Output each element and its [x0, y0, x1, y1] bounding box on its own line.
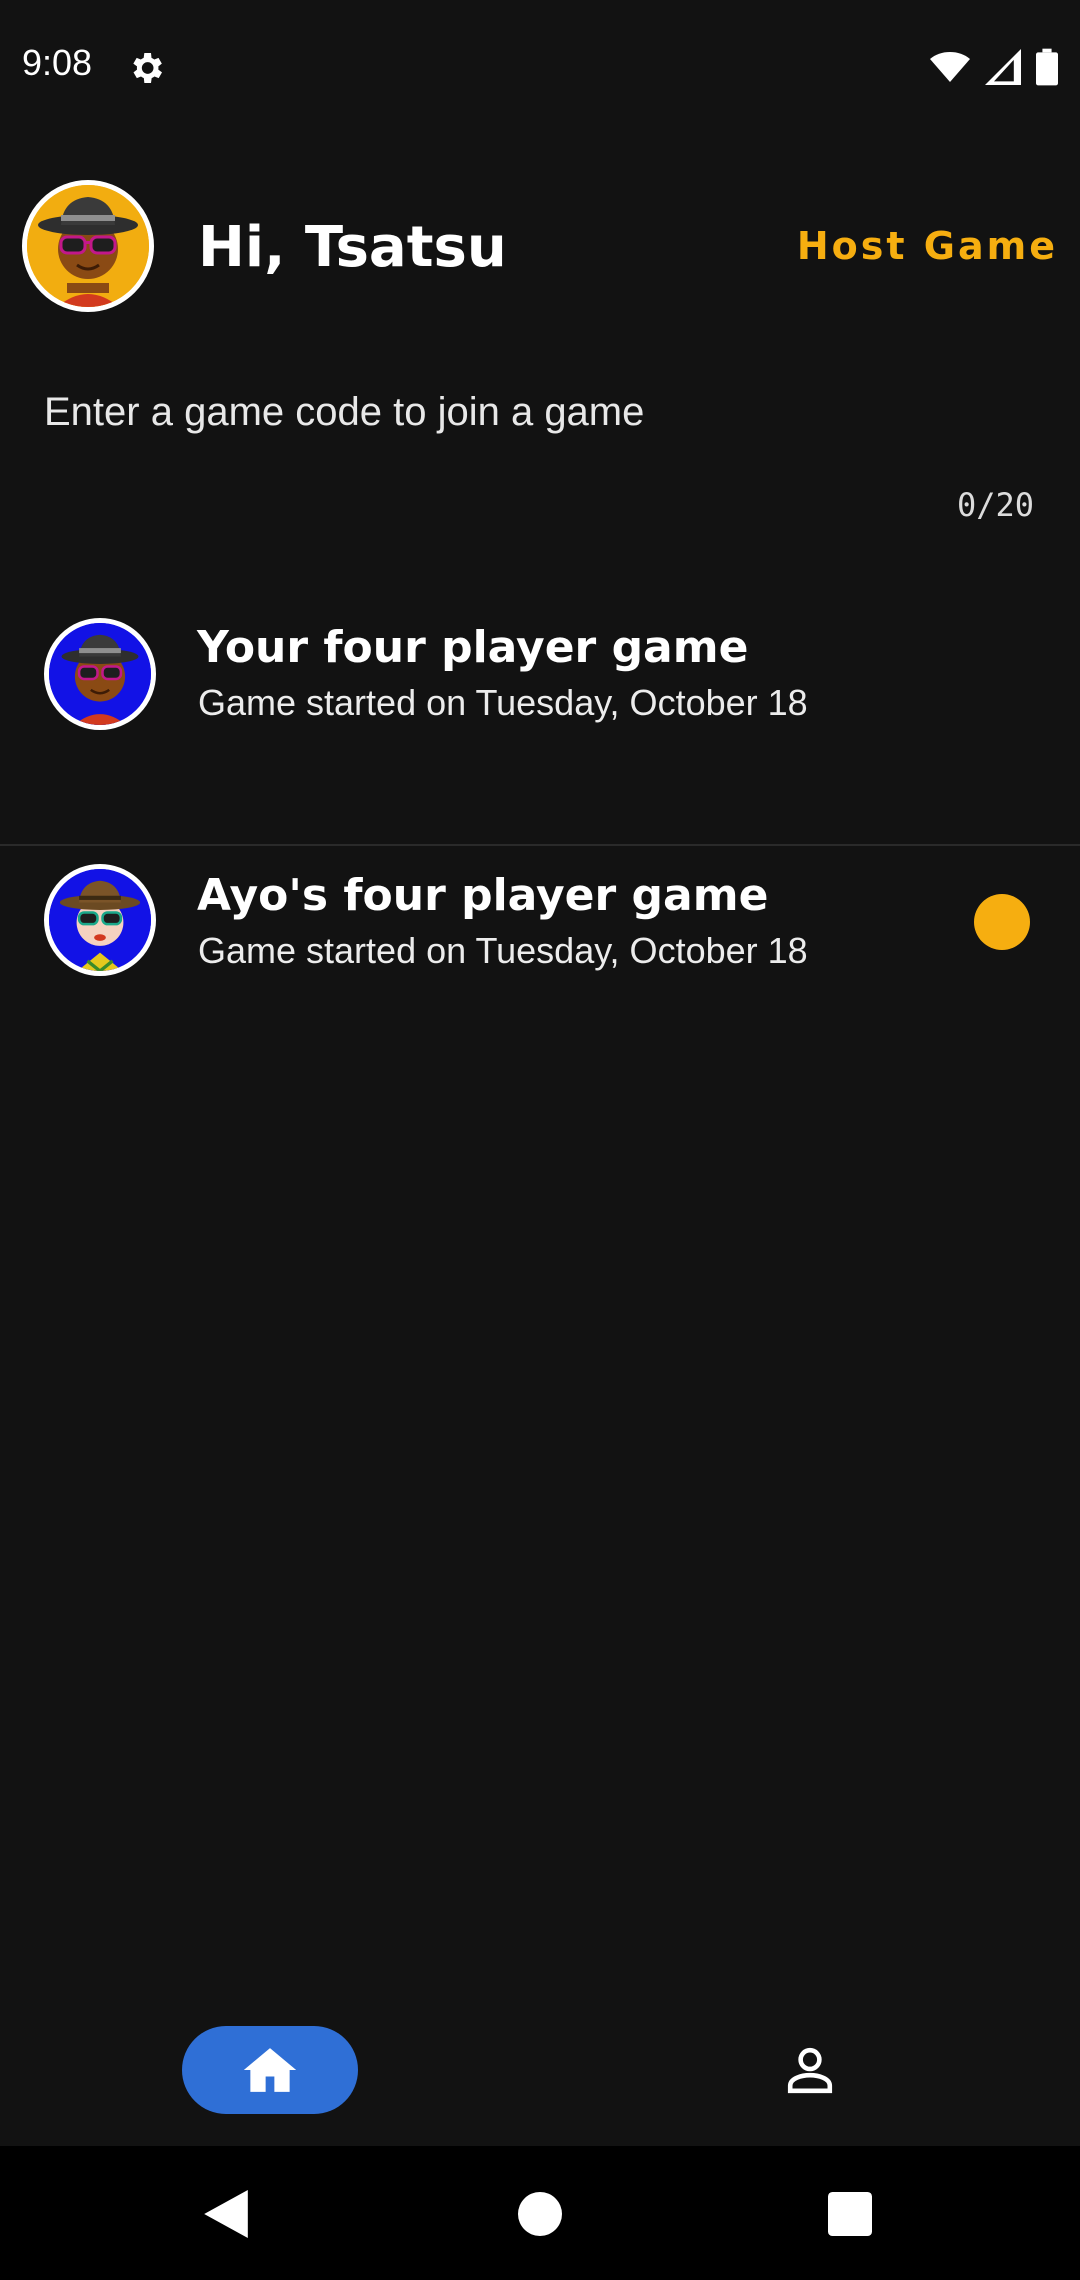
nav-profile-button[interactable] — [768, 2026, 852, 2114]
avatar-sunglasses-hat-icon — [49, 869, 151, 971]
game-subtitle: Game started on Tuesday, October 18 — [198, 682, 808, 723]
game-list-item[interactable]: Ayo's four player game Game started on T… — [0, 848, 1080, 1094]
game-title: Ayo's four player game — [197, 870, 769, 921]
greeting: Hi, Tsatsu — [198, 215, 507, 280]
recents-button[interactable] — [822, 2186, 878, 2242]
home-button[interactable] — [512, 2186, 568, 2242]
status-icons — [930, 48, 1058, 86]
home-icon — [243, 2048, 297, 2092]
host-game-button[interactable]: Host Game — [797, 224, 1058, 268]
game-list: Your four player game Game started on Tu… — [0, 600, 1080, 976]
signal-icon — [985, 49, 1021, 85]
gear-icon — [133, 53, 162, 83]
battery-icon — [1036, 48, 1058, 86]
back-icon — [204, 2190, 248, 2238]
wifi-icon — [930, 52, 970, 82]
character-counter: 0/20 — [956, 486, 1034, 524]
unread-indicator — [974, 894, 1030, 950]
recents-icon — [828, 2192, 872, 2236]
status-bar: 9:08 — [0, 0, 1080, 136]
nav-home-button[interactable] — [182, 2026, 358, 2114]
game-subtitle: Game started on Tuesday, October 18 — [198, 930, 808, 971]
game-list-item[interactable]: Your four player game Game started on Tu… — [0, 600, 1080, 846]
system-navigation — [0, 2146, 1080, 2280]
profile-icon — [787, 2047, 833, 2094]
game-title: Your four player game — [197, 622, 749, 673]
avatar — [44, 864, 156, 976]
header: Hi, Tsatsu Host Game — [0, 180, 1080, 316]
status-time: 9:08 — [22, 42, 93, 83]
bottom-navigation — [0, 2010, 1080, 2146]
screen: 9:08 Hi, Tsatsu Host Game Enter a game c… — [0, 0, 1080, 2280]
back-button[interactable] — [198, 2186, 254, 2242]
avatar-sunglasses-hat-icon — [49, 623, 151, 725]
avatar — [44, 618, 156, 730]
avatar[interactable] — [22, 180, 154, 312]
avatar-sunglasses-hat-icon — [27, 185, 149, 307]
home-circle-icon — [518, 2192, 562, 2236]
game-code-input[interactable] — [44, 372, 1034, 452]
game-code-field: 0/20 — [0, 360, 1080, 530]
